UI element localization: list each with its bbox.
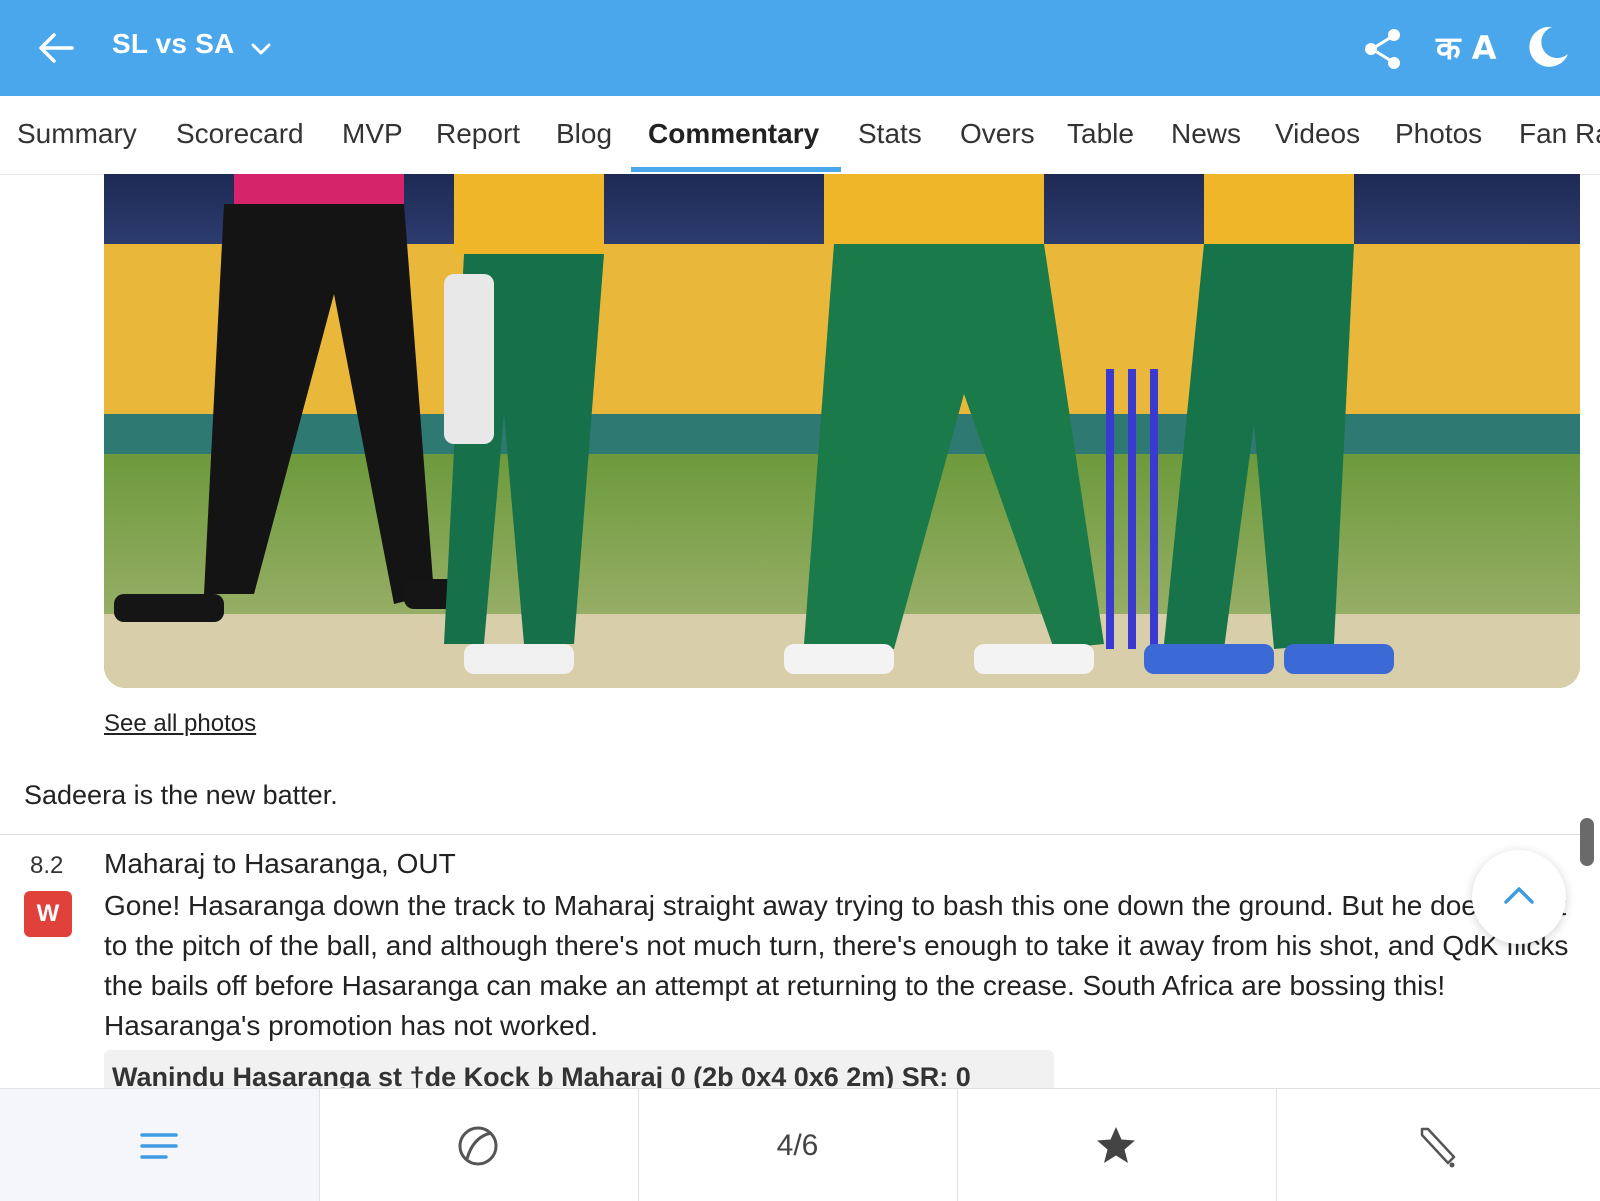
tab-summary[interactable]: Summary [17,118,137,150]
star-icon [1097,1127,1135,1163]
bottom-navigation: 4/6 [0,1088,1600,1201]
match-tabs: Summary Scorecard MVP Report Blog Commen… [0,96,1600,175]
commentary-note: Sadeera is the new batter. [24,780,338,810]
scroll-to-top-button[interactable] [1472,850,1566,944]
app-header: SL vs SA क A [0,0,1600,96]
bottom-nav-counter[interactable]: 4/6 [638,1089,958,1201]
tab-report[interactable]: Report [436,118,520,150]
share-icon[interactable] [1360,26,1406,72]
tab-news[interactable]: News [1171,118,1241,150]
match-photo[interactable] [104,174,1580,688]
match-title[interactable]: SL vs SA [112,28,234,60]
bottom-nav-bat[interactable] [1276,1089,1600,1201]
bottom-nav-commentary[interactable] [0,1089,320,1201]
tab-fan-ratings[interactable]: Fan Ra [1519,118,1600,150]
tab-stats[interactable]: Stats [858,118,922,150]
moon-icon[interactable] [1522,22,1572,72]
list-icon [140,1133,178,1159]
page-counter: 4/6 [776,1129,819,1162]
bottom-nav-favorites[interactable] [957,1089,1277,1201]
tab-commentary[interactable]: Commentary [648,118,819,150]
tab-mvp[interactable]: MVP [342,118,403,150]
ball-commentary-text: Gone! Hasaranga down the track to Mahara… [104,890,1569,1041]
tab-overs[interactable]: Overs [960,118,1035,150]
scrollbar-thumb[interactable] [1580,818,1594,866]
bat-icon [1420,1127,1456,1168]
photo-illustration [104,174,1580,688]
see-all-photos-link[interactable]: See all photos [104,710,256,738]
ball-over-number: 8.2 [30,852,64,879]
tab-photos[interactable]: Photos [1395,118,1482,150]
chevron-down-icon[interactable] [248,36,274,62]
active-tab-indicator [631,167,841,172]
language-toggle-button[interactable]: क A [1436,26,1496,69]
commentary-divider [0,834,1580,835]
tab-table[interactable]: Table [1067,118,1134,150]
ball-icon [458,1126,498,1166]
tab-videos[interactable]: Videos [1275,118,1360,150]
back-arrow-icon[interactable] [34,26,78,70]
wicket-badge: W [24,891,72,937]
chevron-up-icon [1504,887,1534,904]
tab-blog[interactable]: Blog [556,118,612,150]
ball-headline: Maharaj to Hasaranga, OUT [104,848,456,879]
tab-scorecard[interactable]: Scorecard [176,118,304,150]
bottom-nav-ball[interactable] [319,1089,639,1201]
